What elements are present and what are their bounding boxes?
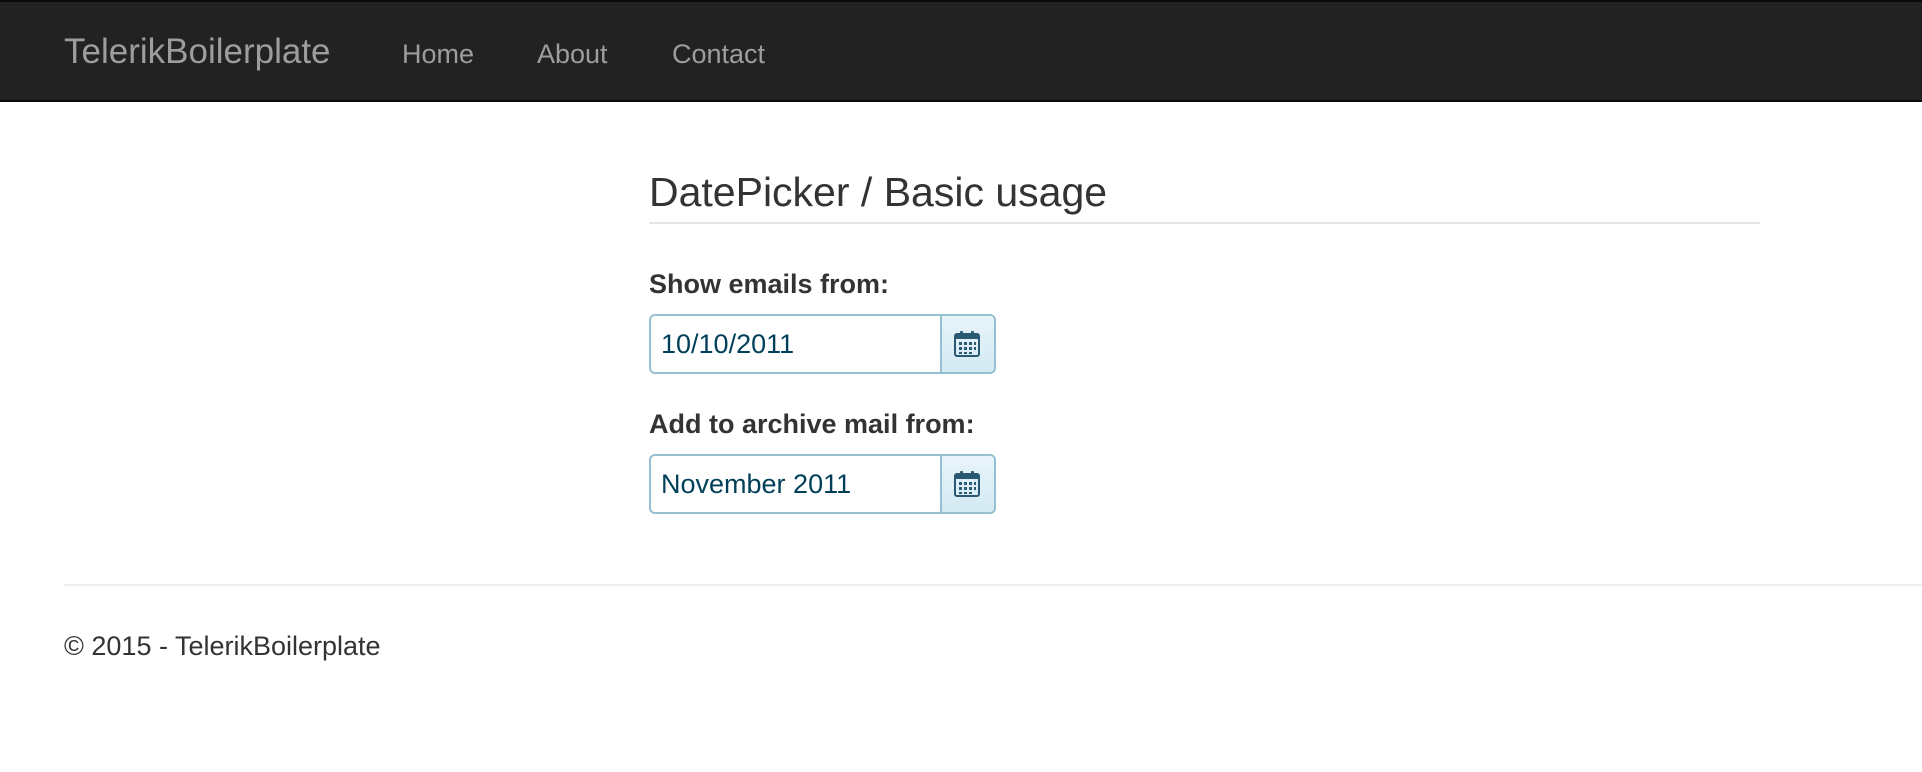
title-divider [649,222,1760,224]
archive-mail-label: Add to archive mail from: [649,409,975,439]
show-emails-label: Show emails from: [649,269,890,299]
footer-copyright: © 2015 - TelerikBoilerplate [64,631,381,661]
page-title: DatePicker / Basic usage [649,169,1108,215]
calendar-icon [954,471,980,497]
top-navbar: TelerikBoilerplate Home About Contact [0,0,1922,102]
nav-link-contact[interactable]: Contact [672,38,765,70]
show-emails-datepicker [649,314,996,374]
show-emails-date-input[interactable] [651,316,941,372]
calendar-icon [954,331,980,357]
footer-divider [64,584,1922,586]
show-emails-calendar-button[interactable] [940,316,994,372]
archive-mail-datepicker [649,454,996,514]
nav-link-about[interactable]: About [537,38,608,70]
archive-mail-date-input[interactable] [651,456,941,512]
archive-mail-calendar-button[interactable] [940,456,994,512]
brand-link[interactable]: TelerikBoilerplate [64,32,331,72]
nav-link-home[interactable]: Home [402,38,474,70]
